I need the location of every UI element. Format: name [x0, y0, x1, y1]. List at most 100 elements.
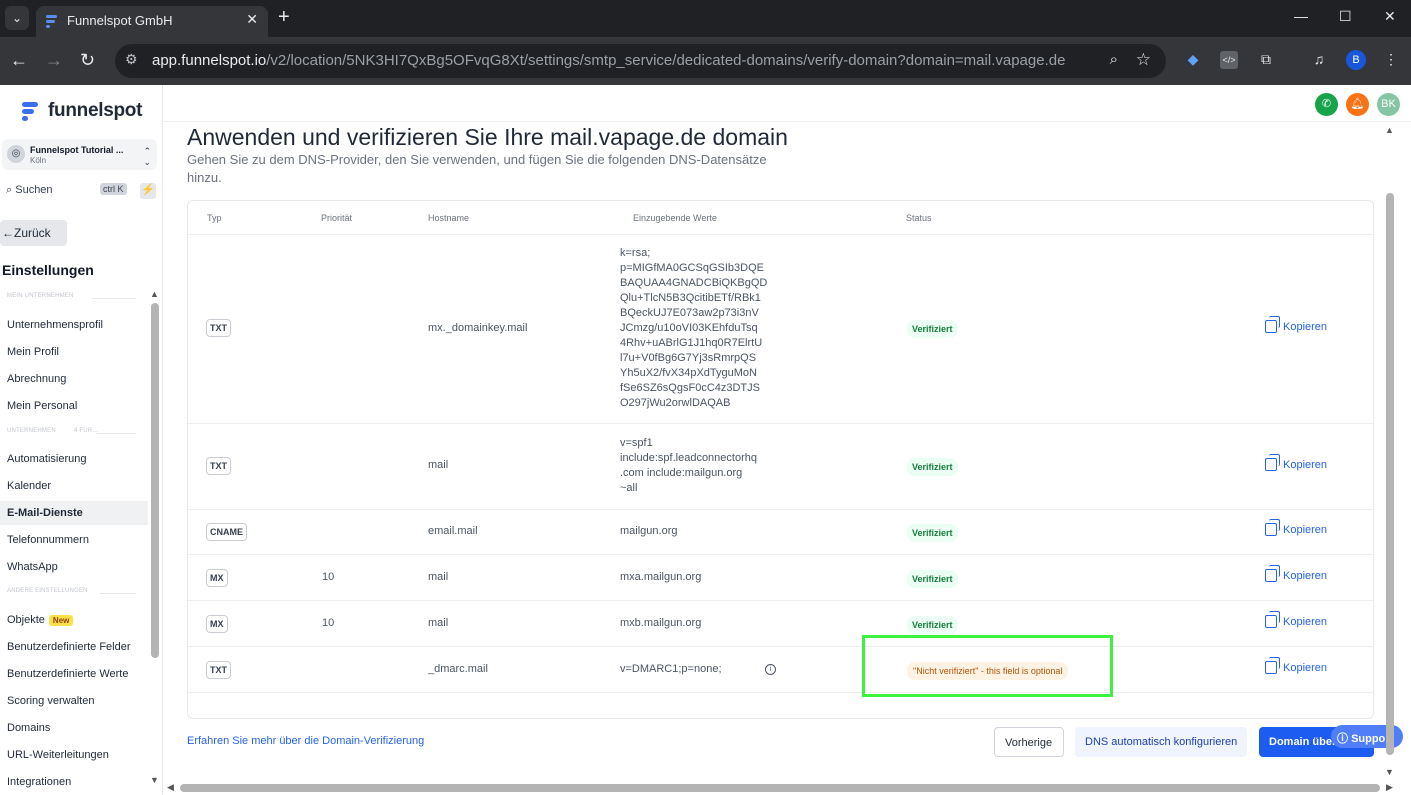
- phone-icon[interactable]: ✆: [1315, 93, 1338, 116]
- auto-configure-dns-button[interactable]: DNS automatisch konfigurieren: [1075, 727, 1247, 757]
- scroll-down-icon[interactable]: ▼: [150, 775, 159, 785]
- location-icon: ◎: [7, 145, 25, 163]
- sidebar-item-domains[interactable]: Domains: [7, 722, 50, 734]
- site-settings-icon[interactable]: ⚙: [125, 51, 138, 68]
- divider: [188, 554, 1373, 555]
- sidebar-item-mein-personal[interactable]: Mein Personal: [7, 400, 77, 412]
- record-type-tag: TXT: [206, 319, 231, 337]
- value-cell[interactable]: v=DMARC1;p=none;: [620, 662, 722, 677]
- sidebar-item-telefonnummern[interactable]: Telefonnummern: [7, 534, 89, 546]
- column-header-prioritaet: Priorität: [321, 213, 353, 223]
- sidebar-item-unternehmensprofil[interactable]: Unternehmensprofil: [7, 319, 103, 331]
- previous-button[interactable]: Vorherige: [994, 727, 1064, 757]
- copy-icon: [1265, 519, 1280, 536]
- close-tab-icon[interactable]: ✕: [246, 11, 258, 28]
- extension-icon[interactable]: ◆: [1184, 51, 1202, 69]
- sidebar-search[interactable]: ⌕ Suchen ctrl K ⚡: [6, 183, 156, 199]
- status-badge-verified: Verifiziert: [907, 570, 958, 588]
- sidebar-item-automatisierung[interactable]: Automatisierung: [7, 453, 87, 465]
- page-subtitle: Gehen Sie zu dem DNS-Provider, den Sie v…: [187, 152, 767, 185]
- divider: [188, 423, 1373, 424]
- maximize-icon[interactable]: ☐: [1339, 8, 1352, 25]
- sidebar-item-kalender[interactable]: Kalender: [7, 480, 51, 492]
- browser-tab-strip: ⌄ Funnelspot GmbH ✕ + — ☐ ✕: [0, 0, 1411, 37]
- record-type-tag: CNAME: [206, 523, 247, 541]
- tab-search-button[interactable]: ⌄: [5, 6, 29, 30]
- divider: [92, 298, 136, 299]
- learn-more-link[interactable]: Erfahren Sie mehr über die Domain-Verifi…: [187, 735, 424, 747]
- record-type-tag: TXT: [206, 661, 231, 679]
- profile-avatar[interactable]: B: [1346, 50, 1366, 70]
- column-header-typ: Typ: [207, 213, 222, 223]
- divider: [188, 646, 1373, 647]
- location-switcher[interactable]: ◎ Funnelspot Tutorial ... Köln ⌃ ⌄: [2, 139, 157, 170]
- search-label: Suchen: [15, 184, 53, 196]
- sidebar-scrollbar[interactable]: [151, 303, 159, 658]
- copy-icon: [1265, 657, 1280, 674]
- media-control-icon[interactable]: ♫: [1310, 51, 1328, 69]
- copy-icon: [1265, 454, 1280, 471]
- address-bar[interactable]: ⚙ app.funnelspot.io/v2/location/5NK3HI7Q…: [115, 44, 1166, 78]
- hostname-cell: mail: [428, 617, 449, 629]
- window-close-icon[interactable]: ✕: [1384, 8, 1396, 25]
- forward-arrow-icon[interactable]: →: [45, 50, 63, 71]
- reload-icon[interactable]: ↻: [80, 50, 95, 71]
- scroll-up-icon[interactable]: ▲: [150, 289, 159, 299]
- code-extension-icon[interactable]: </>: [1220, 51, 1238, 69]
- sidebar-item-abrechnung[interactable]: Abrechnung: [7, 373, 66, 385]
- horizontal-scrollbar[interactable]: [180, 784, 1380, 792]
- value-cell[interactable]: mxb.mailgun.org: [620, 616, 701, 631]
- copy-button[interactable]: Kopieren: [1265, 454, 1327, 471]
- value-cell[interactable]: v=spf1 include:spf.leadconnectorhq .com …: [620, 436, 757, 496]
- back-arrow-icon[interactable]: ←: [10, 50, 28, 71]
- search-shortcut: ctrl K: [100, 183, 127, 195]
- zoom-icon[interactable]: ⌕: [1110, 51, 1118, 68]
- info-icon[interactable]: i: [765, 664, 776, 675]
- value-cell[interactable]: mailgun.org: [620, 524, 677, 539]
- user-avatar[interactable]: BK: [1377, 93, 1400, 116]
- browser-menu-icon[interactable]: ⋮: [1382, 51, 1400, 69]
- help-icon: ⓘ: [1337, 733, 1352, 745]
- scroll-left-icon[interactable]: ◀: [167, 782, 174, 793]
- copy-button[interactable]: Kopieren: [1265, 611, 1327, 628]
- divider: [188, 234, 1373, 235]
- value-cell[interactable]: mxa.mailgun.org: [620, 570, 701, 585]
- new-tab-icon[interactable]: +: [278, 6, 290, 29]
- record-type-tag: MX: [206, 615, 228, 633]
- main-scrollbar[interactable]: [1386, 193, 1394, 755]
- priority-cell: 10: [322, 571, 335, 583]
- url-text[interactable]: app.funnelspot.io/v2/location/5NK3HI7QxB…: [152, 52, 1065, 69]
- sidebar-item-integrationen[interactable]: Integrationen: [7, 776, 71, 788]
- minimize-icon[interactable]: —: [1294, 8, 1308, 24]
- copy-button[interactable]: Kopieren: [1265, 565, 1327, 582]
- notification-bell-icon[interactable]: 🔔︎: [1346, 93, 1369, 116]
- sidebar-item-scoring-verwalten[interactable]: Scoring verwalten: [7, 695, 94, 707]
- sidebar-item-url-weiterleitungen[interactable]: URL-Weiterleitungen: [7, 749, 109, 761]
- copy-icon: [1265, 565, 1280, 582]
- sidebar-item-mein-profil[interactable]: Mein Profil: [7, 346, 59, 358]
- status-badge-verified: Verifiziert: [907, 524, 958, 542]
- copy-button[interactable]: Kopieren: [1265, 519, 1327, 536]
- browser-tab[interactable]: Funnelspot GmbH ✕: [36, 6, 268, 37]
- sidebar-item-benutzerdefinierte-felder[interactable]: Benutzerdefinierte Felder: [7, 641, 131, 653]
- puzzle-extensions-icon[interactable]: ⧉: [1257, 51, 1275, 69]
- sidebar-item-whatsapp[interactable]: WhatsApp: [7, 561, 58, 573]
- quick-action-icon[interactable]: ⚡: [140, 183, 156, 199]
- bookmark-star-icon[interactable]: ☆: [1136, 50, 1151, 70]
- copy-button[interactable]: Kopieren: [1265, 657, 1327, 674]
- value-cell[interactable]: k=rsa; p=MIGfMA0GCSqGSIb3DQE BAQUAA4GNAD…: [620, 246, 767, 411]
- scroll-right-icon[interactable]: ▶: [1386, 782, 1393, 793]
- hostname-cell: _dmarc.mail: [428, 663, 488, 675]
- back-button[interactable]: ←Zurück: [0, 220, 67, 246]
- sidebar-item-objekte[interactable]: Objekte New: [7, 614, 74, 626]
- settings-title: Einstellungen: [2, 262, 94, 278]
- sidebar-item-benutzerdefinierte-werte[interactable]: Benutzerdefinierte Werte: [7, 668, 128, 680]
- copy-button[interactable]: Kopieren: [1265, 316, 1327, 333]
- scroll-down-icon[interactable]: ▼: [1385, 767, 1394, 777]
- priority-cell: 10: [322, 617, 335, 629]
- hostname-cell: mail: [428, 459, 449, 471]
- browser-toolbar: ← → ↻ ⚙ app.funnelspot.io/v2/location/5N…: [0, 37, 1411, 85]
- status-badge-verified: Verifiziert: [907, 458, 958, 476]
- sidebar-item-email-dienste[interactable]: E-Mail-Dienste: [0, 501, 148, 525]
- scroll-up-icon[interactable]: ▲: [1385, 125, 1394, 135]
